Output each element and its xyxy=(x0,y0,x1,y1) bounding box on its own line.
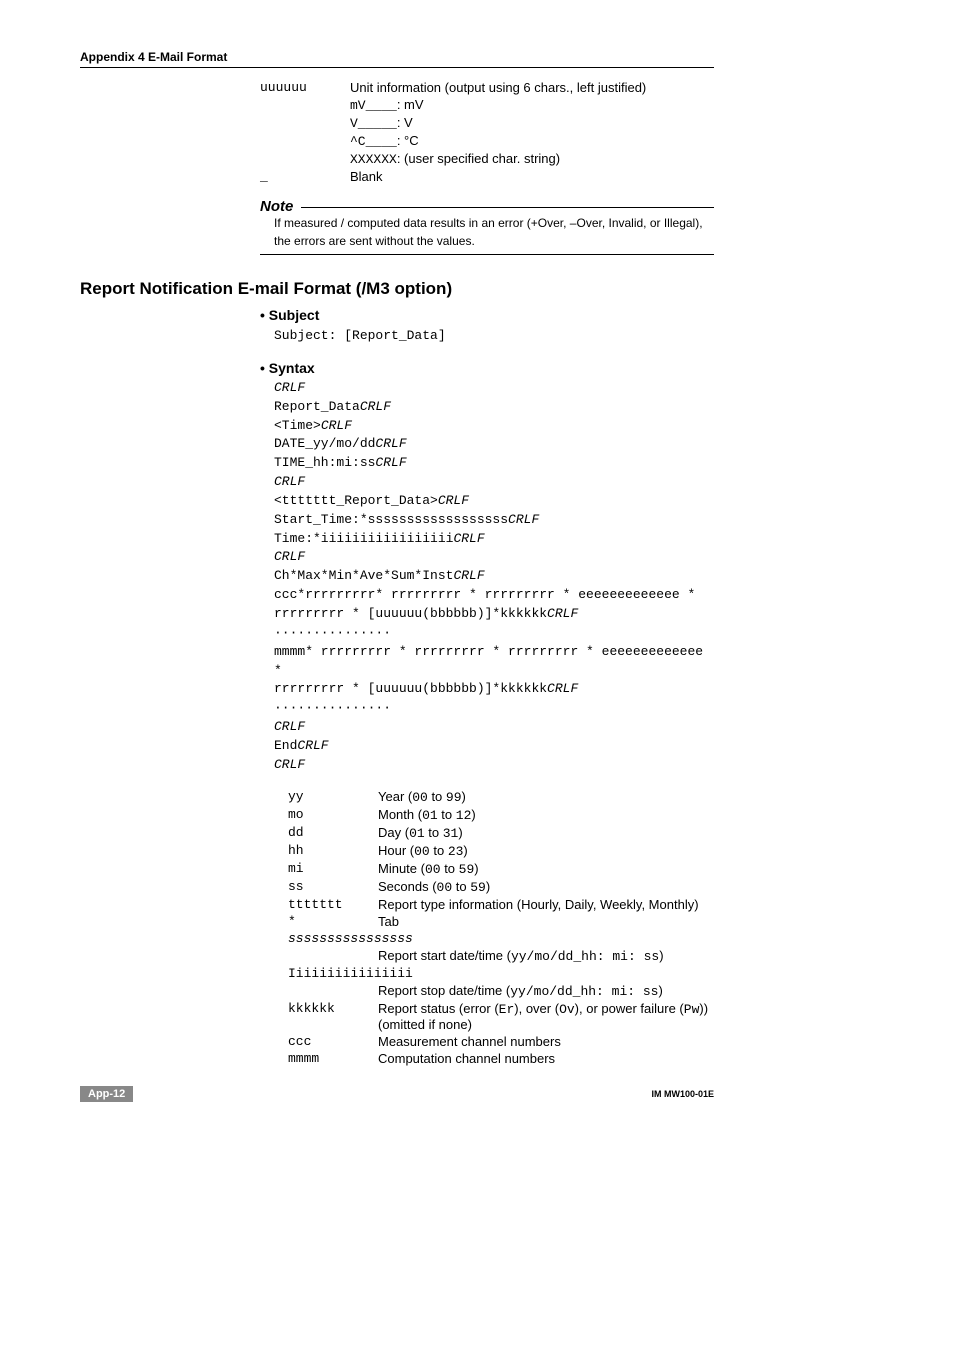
def-row: Report stop date/time (yy/mo/dd_hh: mi: … xyxy=(288,983,714,999)
def-key: ssssssssssssssss xyxy=(288,931,413,946)
def-val: Report status (error (Er), over (Ov), or… xyxy=(378,1001,714,1032)
def-row: Iiiiiiiiiiiiiiii xyxy=(288,966,714,981)
def-row: moMonth (01 to 12) xyxy=(288,807,714,823)
def-row: mV____: mV xyxy=(260,97,714,113)
def-val: V_____: V xyxy=(350,115,714,131)
def-val: Report stop date/time (yy/mo/dd_hh: mi: … xyxy=(378,983,714,999)
def-key: mi xyxy=(288,861,378,877)
syntax-line: mmmm* rrrrrrrrr * rrrrrrrrr * rrrrrrrrr … xyxy=(274,643,714,681)
def-val: Measurement channel numbers xyxy=(378,1034,714,1049)
page-footer: App-12 IM MW100-01E xyxy=(80,1086,714,1102)
syntax-line: Report_DataCRLF xyxy=(274,398,714,417)
def-val: Month (01 to 12) xyxy=(378,807,714,823)
syntax-line: ccc*rrrrrrrrr* rrrrrrrrr * rrrrrrrrr * e… xyxy=(274,586,714,605)
def-key: * xyxy=(288,914,378,929)
def-row: miMinute (00 to 59) xyxy=(288,861,714,877)
note-title: Note xyxy=(260,198,301,215)
def-row: *Tab xyxy=(288,914,714,929)
def-val: Computation channel numbers xyxy=(378,1051,714,1066)
section-title: Report Notification E-mail Format (/M3 o… xyxy=(80,279,714,299)
def-key: ttttttt xyxy=(288,897,378,912)
def-key: mo xyxy=(288,807,378,823)
subject-head: Subject xyxy=(260,307,714,323)
note-body: If measured / computed data results in a… xyxy=(274,214,714,250)
def-key xyxy=(260,133,350,149)
def-val: Day (01 to 31) xyxy=(378,825,714,841)
syntax-line: ··············· xyxy=(274,624,714,643)
footer-left: App-12 xyxy=(80,1086,133,1102)
def-val: Unit information (output using 6 chars.,… xyxy=(350,80,714,95)
syntax-line: rrrrrrrrr * [uuuuuu(bbbbbb)]*kkkkkkCRLF xyxy=(274,680,714,699)
def-val: ^C____: °C xyxy=(350,133,714,149)
syntax-line: CRLF xyxy=(274,718,714,737)
syntax-lines: CRLFReport_DataCRLF<Time>CRLFDATE_yy/mo/… xyxy=(274,379,714,775)
syntax-head: Syntax xyxy=(260,360,714,376)
def-key xyxy=(260,115,350,131)
def-row: ^C____: °C xyxy=(260,133,714,149)
def-val: mV____: mV xyxy=(350,97,714,113)
def-key xyxy=(288,948,378,964)
def-row: _Blank xyxy=(260,169,714,184)
def-key xyxy=(260,151,350,167)
def-key xyxy=(288,983,378,999)
syntax-line: DATE_yy/mo/ddCRLF xyxy=(274,435,714,454)
def-val: Tab xyxy=(378,914,714,929)
syntax-line: CRLF xyxy=(274,548,714,567)
def-key: hh xyxy=(288,843,378,859)
subject-line: Subject: [Report_Data] xyxy=(274,328,446,343)
syntax-line: rrrrrrrrr * [uuuuuu(bbbbbb)]*kkkkkkCRLF xyxy=(274,605,714,624)
def-row: mmmmComputation channel numbers xyxy=(288,1051,714,1066)
def-key: dd xyxy=(288,825,378,841)
syntax-line: <Time>CRLF xyxy=(274,417,714,436)
def-key: uuuuuu xyxy=(260,80,350,95)
syntax-line: CRLF xyxy=(274,756,714,775)
footer-right: IM MW100-01E xyxy=(651,1089,714,1099)
page-header: Appendix 4 E-Mail Format xyxy=(80,50,714,68)
syntax-line: ··············· xyxy=(274,699,714,718)
def-row: tttttttReport type information (Hourly, … xyxy=(288,897,714,912)
def-val: Year (00 to 99) xyxy=(378,789,714,805)
def-key: _ xyxy=(260,169,350,184)
syntax-line: TIME_hh:mi:ssCRLF xyxy=(274,454,714,473)
note-block: Note If measured / computed data results… xyxy=(260,198,714,255)
def-row: yyYear (00 to 99) xyxy=(288,789,714,805)
def-key: ss xyxy=(288,879,378,895)
def-val: Blank xyxy=(350,169,714,184)
def-val: XXXXXX: (user specified char. string) xyxy=(350,151,714,167)
def-key: Iiiiiiiiiiiiiiii xyxy=(288,966,413,981)
def-key: ccc xyxy=(288,1034,378,1049)
def-key: kkkkkk xyxy=(288,1001,378,1032)
syntax-line: EndCRLF xyxy=(274,737,714,756)
def-val: Report start date/time (yy/mo/dd_hh: mi:… xyxy=(378,948,714,964)
syntax-line: Start_Time:*ssssssssssssssssssCRLF xyxy=(274,511,714,530)
def-row: V_____: V xyxy=(260,115,714,131)
def-key xyxy=(260,97,350,113)
syntax-line: CRLF xyxy=(274,379,714,398)
def-row: ssSeconds (00 to 59) xyxy=(288,879,714,895)
def-row: ssssssssssssssss xyxy=(288,931,714,946)
top-definitions: uuuuuuUnit information (output using 6 c… xyxy=(260,80,714,184)
syntax-line: Ch*Max*Min*Ave*Sum*InstCRLF xyxy=(274,567,714,586)
syntax-line: Time:*iiiiiiiiiiiiiiiiiCRLF xyxy=(274,530,714,549)
syntax-definitions: yyYear (00 to 99)moMonth (01 to 12)ddDay… xyxy=(288,789,714,1066)
def-row: Report start date/time (yy/mo/dd_hh: mi:… xyxy=(288,948,714,964)
def-row: kkkkkkReport status (error (Er), over (O… xyxy=(288,1001,714,1032)
def-row: hhHour (00 to 23) xyxy=(288,843,714,859)
def-val: Seconds (00 to 59) xyxy=(378,879,714,895)
def-row: XXXXXX: (user specified char. string) xyxy=(260,151,714,167)
def-val: Report type information (Hourly, Daily, … xyxy=(378,897,714,912)
syntax-line: CRLF xyxy=(274,473,714,492)
def-key: mmmm xyxy=(288,1051,378,1066)
def-key: yy xyxy=(288,789,378,805)
def-row: ddDay (01 to 31) xyxy=(288,825,714,841)
def-row: cccMeasurement channel numbers xyxy=(288,1034,714,1049)
def-row: uuuuuuUnit information (output using 6 c… xyxy=(260,80,714,95)
syntax-line: <ttttttt_Report_Data>CRLF xyxy=(274,492,714,511)
def-val: Hour (00 to 23) xyxy=(378,843,714,859)
def-val: Minute (00 to 59) xyxy=(378,861,714,877)
